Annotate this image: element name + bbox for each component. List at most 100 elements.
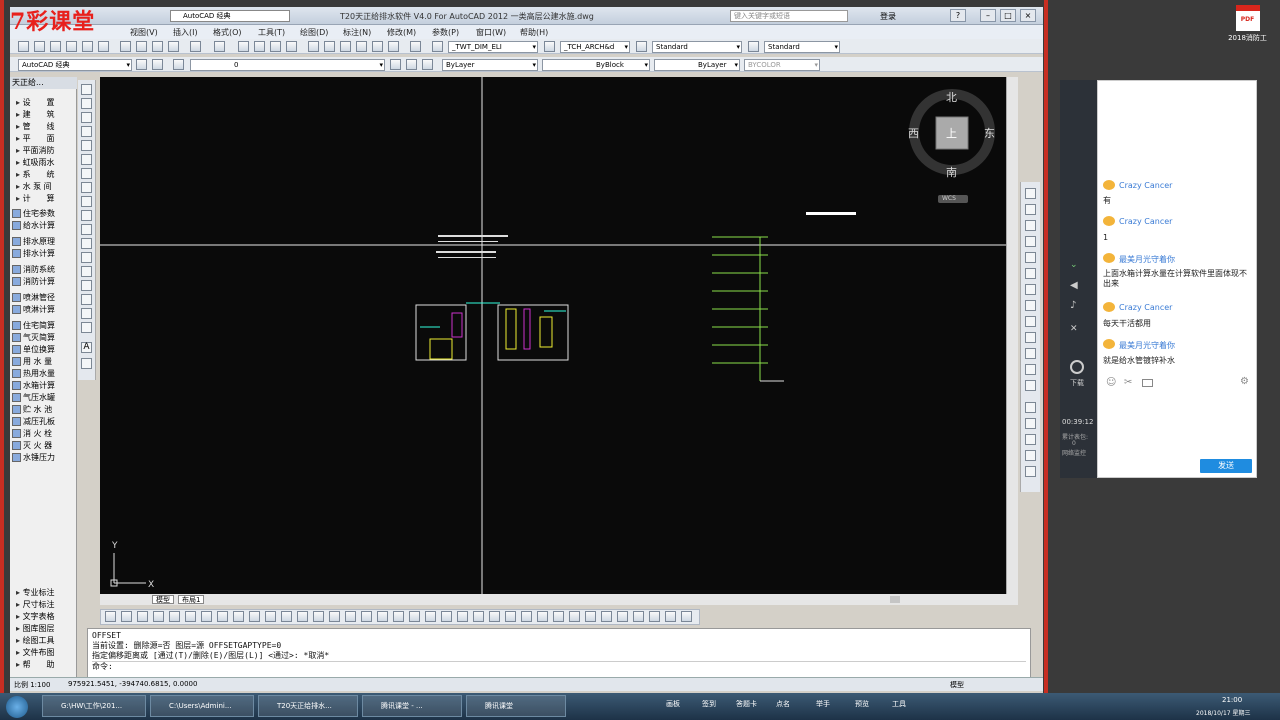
viewcube[interactable]	[909, 89, 995, 203]
insert-block-icon[interactable]	[81, 238, 92, 249]
tool-19-icon[interactable]	[393, 611, 404, 622]
cmd-unit-convert[interactable]: 单位换算	[12, 344, 55, 355]
task-autocad[interactable]: T20天正给排水...	[258, 695, 358, 717]
cmd-water-usage[interactable]: 用 水 量	[12, 356, 52, 367]
cmd-extinguisher[interactable]: 灭 火 器	[12, 440, 52, 451]
download-label[interactable]: 下载	[1070, 378, 1084, 388]
tool-31-icon[interactable]	[585, 611, 596, 622]
tray-whiteboard[interactable]: 画板	[666, 699, 680, 709]
group-building[interactable]: 建 筑	[16, 109, 55, 120]
cmd-fire-calc[interactable]: 消防计算	[12, 276, 55, 287]
cmd-fire-system[interactable]: 消防系统	[12, 264, 55, 275]
help-toolbar-icon[interactable]	[410, 41, 421, 52]
pan-icon[interactable]	[238, 41, 249, 52]
tool-22-icon[interactable]	[441, 611, 452, 622]
markup-icon[interactable]	[372, 41, 383, 52]
task-classroom-1[interactable]: 腾讯课堂 - ...	[362, 695, 462, 717]
construction-line-icon[interactable]	[81, 98, 92, 109]
cmd-residence-params[interactable]: 住宅参数	[12, 208, 55, 219]
tool-10-icon[interactable]	[249, 611, 260, 622]
workspace-save-icon[interactable]	[152, 59, 163, 70]
tool-21-icon[interactable]	[425, 611, 436, 622]
tab-model[interactable]: 模型	[152, 595, 174, 604]
move-icon[interactable]	[1025, 268, 1036, 279]
rotate-icon[interactable]	[1025, 284, 1036, 295]
group-text-table[interactable]: 文字表格	[16, 611, 55, 622]
tool-26-icon[interactable]	[505, 611, 516, 622]
group-draw-tools[interactable]: 绘图工具	[16, 635, 55, 646]
group-file-layout[interactable]: 文件布图	[16, 647, 55, 658]
tray-signin[interactable]: 签到	[702, 699, 716, 709]
menu-help[interactable]: 帮助(H)	[520, 27, 548, 38]
drawing-canvas[interactable]: Y X 北 南 东 西 上 WCS	[100, 77, 1006, 594]
hatch-icon[interactable]	[81, 280, 92, 291]
tool-14-icon[interactable]	[313, 611, 324, 622]
tray-rollcall[interactable]: 点名	[776, 699, 790, 709]
mtext-icon[interactable]: A	[81, 342, 92, 353]
tool-13-icon[interactable]	[297, 611, 308, 622]
group-plan-fire[interactable]: 平面消防	[16, 145, 55, 156]
polygon-icon[interactable]	[81, 126, 92, 137]
task-explorer-2[interactable]: C:\Users\Admini...	[150, 695, 254, 717]
new-file-icon[interactable]	[18, 41, 29, 52]
polyline-icon[interactable]	[81, 112, 92, 123]
menu-parametric[interactable]: 参数(P)	[432, 27, 459, 38]
cmd-water-hammer[interactable]: 水锤压力	[12, 452, 55, 463]
array-icon[interactable]	[1025, 252, 1036, 263]
menu-tools[interactable]: 工具(T)	[258, 27, 285, 38]
layer-previous-icon[interactable]	[406, 59, 417, 70]
command-prompt[interactable]: 命令:	[92, 661, 1026, 672]
zoom-realtime-icon[interactable]	[254, 41, 265, 52]
mirror-icon[interactable]	[1025, 220, 1036, 231]
task-explorer-1[interactable]: G:\HW\工作\201...	[42, 695, 146, 717]
layer-state-icon[interactable]	[422, 59, 433, 70]
tool-4-icon[interactable]	[153, 611, 164, 622]
speaker-icon[interactable]: ◀	[1070, 280, 1078, 291]
emoji-icon[interactable]: ☺	[1106, 377, 1116, 388]
cmd-tank-calc[interactable]: 水箱计算	[12, 380, 55, 391]
search-input[interactable]: 键入关键字或短语	[730, 10, 848, 22]
cmd-drainage-calc[interactable]: 排水计算	[12, 248, 55, 259]
tablestyle-select[interactable]: Standard	[652, 41, 742, 53]
menu-modify[interactable]: 修改(M)	[387, 27, 416, 38]
tool-15-icon[interactable]	[329, 611, 340, 622]
save-icon[interactable]	[50, 41, 61, 52]
tool-27-icon[interactable]	[521, 611, 532, 622]
region-icon[interactable]	[81, 308, 92, 319]
tray-raise-hand[interactable]: 举手	[816, 699, 830, 709]
group-annotation[interactable]: 专业标注	[16, 587, 55, 598]
cmd-pressure-tank[interactable]: 气压水罐	[12, 392, 55, 403]
table-icon[interactable]	[81, 322, 92, 333]
chamfer-icon[interactable]	[1025, 380, 1036, 391]
point-icon[interactable]	[81, 266, 92, 277]
settings-icon[interactable]: ⚙	[1240, 376, 1249, 387]
stretch-icon[interactable]	[1025, 316, 1036, 327]
break-icon[interactable]	[1025, 364, 1036, 375]
tool-33-icon[interactable]	[617, 611, 628, 622]
color-select[interactable]: ByLayer	[442, 59, 538, 71]
tool-6-icon[interactable]	[185, 611, 196, 622]
tool-8-icon[interactable]	[217, 611, 228, 622]
trim-icon[interactable]	[1025, 332, 1036, 343]
tool-7-icon[interactable]	[201, 611, 212, 622]
vertical-scrollbar[interactable]	[1006, 77, 1018, 594]
tool-20-icon[interactable]	[409, 611, 420, 622]
tool-24-icon[interactable]	[473, 611, 484, 622]
model-toggle[interactable]: 模型	[950, 680, 964, 690]
maximize-button[interactable]: □	[1000, 9, 1016, 22]
mleaderstyle-select[interactable]: Standard	[764, 41, 840, 53]
tool-28-icon[interactable]	[537, 611, 548, 622]
tool-16-icon[interactable]	[345, 611, 356, 622]
command-window[interactable]: OFFSET 当前设置: 删除源=否 图层=源 OFFSETGAPTYPE=0 …	[87, 628, 1031, 678]
tray-preview[interactable]: 预览	[855, 699, 869, 709]
tool-17-icon[interactable]	[361, 611, 372, 622]
tool-11-icon[interactable]	[265, 611, 276, 622]
plotstyle-select[interactable]: BYCOLOR	[744, 59, 820, 71]
viewcube-north[interactable]: 北	[946, 89, 957, 105]
spline-icon[interactable]	[81, 196, 92, 207]
sheet-set-icon[interactable]	[356, 41, 367, 52]
music-icon[interactable]: ♪	[1070, 300, 1076, 311]
offset-icon[interactable]	[1025, 236, 1036, 247]
tool-35-icon[interactable]	[649, 611, 660, 622]
group-pump-room[interactable]: 水 泵 间	[16, 181, 52, 192]
